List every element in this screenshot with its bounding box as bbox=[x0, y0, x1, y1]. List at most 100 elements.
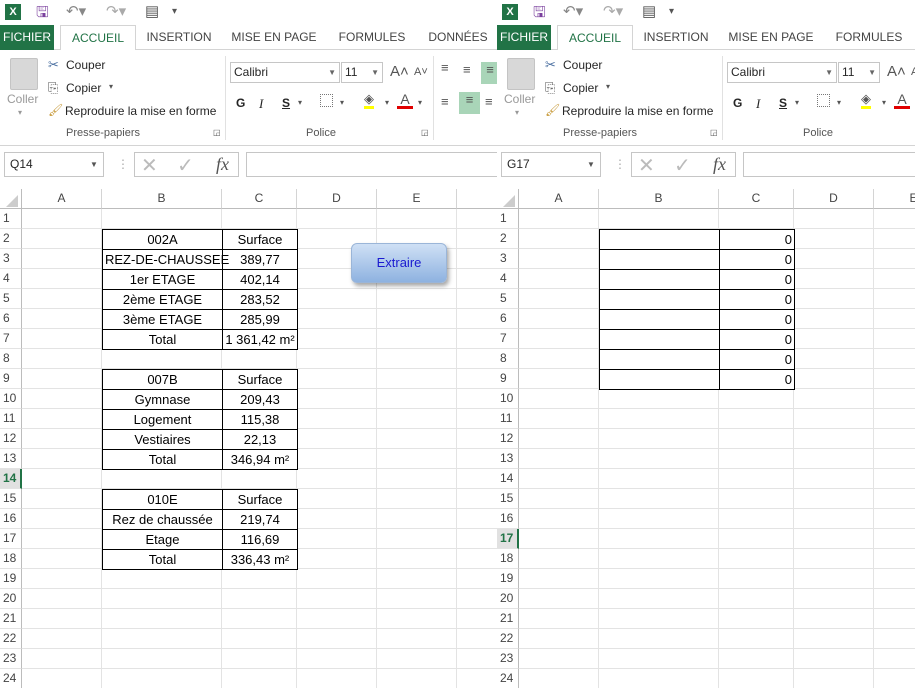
underline-dropdown-icon[interactable]: ▾ bbox=[298, 98, 302, 107]
cancel-icon[interactable]: ✕ bbox=[141, 153, 158, 178]
cell-b21[interactable] bbox=[599, 609, 719, 629]
cell-a13[interactable] bbox=[519, 449, 599, 469]
cell-e19[interactable] bbox=[874, 569, 915, 589]
cell-f1[interactable] bbox=[457, 209, 497, 229]
paste-icon[interactable] bbox=[507, 58, 535, 90]
cell-e8[interactable] bbox=[874, 349, 915, 369]
row-header[interactable]: 18 bbox=[497, 549, 519, 569]
cell-b19[interactable] bbox=[102, 569, 222, 589]
cell-e3[interactable] bbox=[874, 249, 915, 269]
tab-insertion[interactable]: INSERTION bbox=[136, 25, 222, 50]
cell-a21[interactable] bbox=[519, 609, 599, 629]
cell-b20[interactable] bbox=[599, 589, 719, 609]
cell-b16[interactable]: Rez de chaussée bbox=[102, 509, 223, 530]
cell-f11[interactable] bbox=[457, 409, 497, 429]
cell-e20[interactable] bbox=[874, 589, 915, 609]
cell-e20[interactable] bbox=[377, 589, 457, 609]
column-header[interactable]: D bbox=[794, 189, 874, 209]
row-header[interactable]: 8 bbox=[497, 349, 519, 369]
cell-a12[interactable] bbox=[22, 429, 102, 449]
row-header[interactable]: 6 bbox=[497, 309, 519, 329]
cell-d7[interactable] bbox=[794, 329, 874, 349]
cell-f10[interactable] bbox=[457, 389, 497, 409]
cell-a22[interactable] bbox=[519, 629, 599, 649]
row-header[interactable]: 22 bbox=[497, 629, 519, 649]
copy-dropdown-icon[interactable]: ▾ bbox=[606, 82, 610, 91]
cell-c1[interactable] bbox=[719, 209, 794, 229]
cell-e10[interactable] bbox=[377, 389, 457, 409]
tab-données[interactable]: DONNÉES bbox=[418, 25, 497, 50]
cell-c5[interactable]: 0 bbox=[719, 289, 795, 310]
cell-f8[interactable] bbox=[457, 349, 497, 369]
cell-b1[interactable] bbox=[599, 209, 719, 229]
row-header[interactable]: 3 bbox=[497, 249, 519, 269]
cell-e1[interactable] bbox=[377, 209, 457, 229]
cell-b12[interactable] bbox=[599, 429, 719, 449]
borders-icon[interactable] bbox=[817, 94, 830, 107]
cell-e23[interactable] bbox=[874, 649, 915, 669]
cell-c9[interactable]: 0 bbox=[719, 369, 795, 390]
cell-a9[interactable] bbox=[22, 369, 102, 389]
cell-a17[interactable] bbox=[519, 529, 599, 549]
cell-c14[interactable] bbox=[719, 469, 794, 489]
cell-b2[interactable]: 002A bbox=[102, 229, 223, 250]
cell-a4[interactable] bbox=[22, 269, 102, 289]
cell-d2[interactable] bbox=[794, 229, 874, 249]
save-icon[interactable]: 🖫 bbox=[36, 2, 49, 24]
cell-e17[interactable] bbox=[377, 529, 457, 549]
cell-a13[interactable] bbox=[22, 449, 102, 469]
cell-b23[interactable] bbox=[599, 649, 719, 669]
cell-e5[interactable] bbox=[874, 289, 915, 309]
align-bottom-icon[interactable]: ≡ bbox=[481, 62, 497, 84]
cell-a14[interactable] bbox=[519, 469, 599, 489]
cell-a20[interactable] bbox=[519, 589, 599, 609]
cell-c3[interactable]: 0 bbox=[719, 249, 795, 270]
fill-dropdown-icon[interactable]: ▾ bbox=[882, 98, 886, 107]
cell-d3[interactable] bbox=[794, 249, 874, 269]
enter-icon[interactable]: ✓ bbox=[674, 153, 691, 178]
cell-b15[interactable]: 010E bbox=[102, 489, 223, 510]
cell-a22[interactable] bbox=[22, 629, 102, 649]
cell-f9[interactable] bbox=[457, 369, 497, 389]
cell-a15[interactable] bbox=[519, 489, 599, 509]
cell-d5[interactable] bbox=[297, 289, 377, 309]
row-header[interactable]: 13 bbox=[497, 449, 519, 469]
cell-b17[interactable] bbox=[599, 529, 719, 549]
cell-d12[interactable] bbox=[297, 429, 377, 449]
cell-b7[interactable]: Total bbox=[102, 329, 223, 350]
cell-d23[interactable] bbox=[297, 649, 377, 669]
cell-e16[interactable] bbox=[874, 509, 915, 529]
row-header[interactable]: 4 bbox=[0, 269, 22, 289]
cell-e22[interactable] bbox=[377, 629, 457, 649]
cell-b3[interactable] bbox=[599, 249, 720, 270]
cell-b9[interactable] bbox=[599, 369, 720, 390]
cell-d17[interactable] bbox=[297, 529, 377, 549]
cancel-icon[interactable]: ✕ bbox=[638, 153, 655, 178]
cell-c20[interactable] bbox=[222, 589, 297, 609]
cell-d19[interactable] bbox=[297, 569, 377, 589]
chevron-down-icon[interactable]: ▼ bbox=[587, 160, 595, 169]
paste-dropdown-icon[interactable]: ▾ bbox=[18, 108, 22, 117]
cell-c17[interactable]: 116,69 bbox=[222, 529, 298, 550]
cell-a3[interactable] bbox=[22, 249, 102, 269]
cell-a4[interactable] bbox=[519, 269, 599, 289]
cell-d9[interactable] bbox=[297, 369, 377, 389]
cell-f3[interactable] bbox=[457, 249, 497, 269]
cell-e21[interactable] bbox=[874, 609, 915, 629]
row-header[interactable]: 19 bbox=[497, 569, 519, 589]
cell-e7[interactable] bbox=[377, 329, 457, 349]
copy-button[interactable]: Copier bbox=[563, 81, 598, 95]
bold-button[interactable]: G bbox=[733, 96, 742, 110]
row-header[interactable]: 7 bbox=[497, 329, 519, 349]
cell-c1[interactable] bbox=[222, 209, 297, 229]
cell-d21[interactable] bbox=[297, 609, 377, 629]
cell-c9[interactable]: Surface bbox=[222, 369, 298, 390]
cell-c16[interactable] bbox=[719, 509, 794, 529]
cell-b4[interactable] bbox=[599, 269, 720, 290]
copy-button[interactable]: Copier bbox=[66, 81, 101, 95]
dialog-launcher-icon[interactable]: ◲ bbox=[421, 128, 429, 137]
cell-f23[interactable] bbox=[457, 649, 497, 669]
cell-c13[interactable] bbox=[719, 449, 794, 469]
cell-a2[interactable] bbox=[519, 229, 599, 249]
cell-c21[interactable] bbox=[222, 609, 297, 629]
